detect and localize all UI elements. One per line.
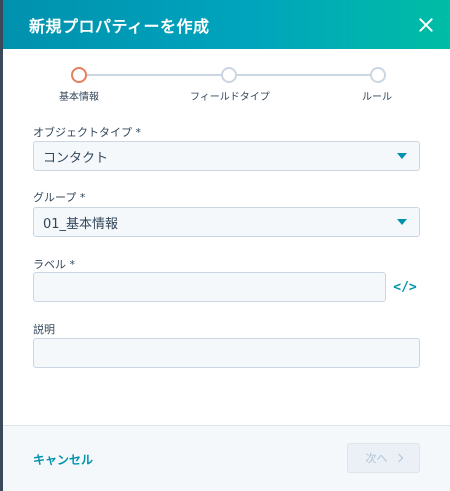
caret-down-icon	[397, 153, 407, 159]
dialog-footer: キャンセル 次へ	[3, 425, 450, 491]
step-connector	[237, 74, 370, 76]
next-button-label: 次へ	[365, 452, 388, 465]
progress-stepper: 基本情報 フィールドタイプ ルール	[3, 60, 450, 104]
close-icon[interactable]	[416, 15, 436, 35]
object-type-select[interactable]: コンタクト	[33, 141, 420, 171]
object-type-label: オブジェクトタイプ *	[33, 126, 141, 139]
step-1-label: 基本情報	[59, 92, 99, 103]
dialog-header: 新規プロパティーを作成	[3, 0, 450, 49]
label-field-label: ラベル *	[33, 258, 75, 271]
caret-down-icon	[397, 219, 407, 225]
step-2-indicator	[221, 67, 237, 83]
group-label: グループ *	[33, 191, 86, 204]
group-value: 01_基本情報	[43, 216, 119, 232]
dialog-title: 新規プロパティーを作成	[29, 16, 210, 36]
group-select[interactable]: 01_基本情報	[33, 207, 420, 237]
description-label: 説明	[33, 323, 55, 336]
code-icon[interactable]: </>	[393, 278, 416, 296]
next-button[interactable]: 次へ	[347, 443, 420, 473]
step-connector	[87, 74, 221, 76]
step-3-indicator	[370, 67, 386, 83]
chevron-right-icon	[394, 453, 403, 463]
step-2-label: フィールドタイプ	[190, 92, 270, 103]
cancel-button[interactable]: キャンセル	[33, 451, 93, 468]
object-type-value: コンタクト	[43, 150, 109, 166]
description-input[interactable]	[33, 338, 420, 368]
label-input[interactable]	[33, 272, 386, 302]
step-1-indicator	[71, 67, 87, 83]
step-3-label: ルール	[362, 92, 392, 103]
